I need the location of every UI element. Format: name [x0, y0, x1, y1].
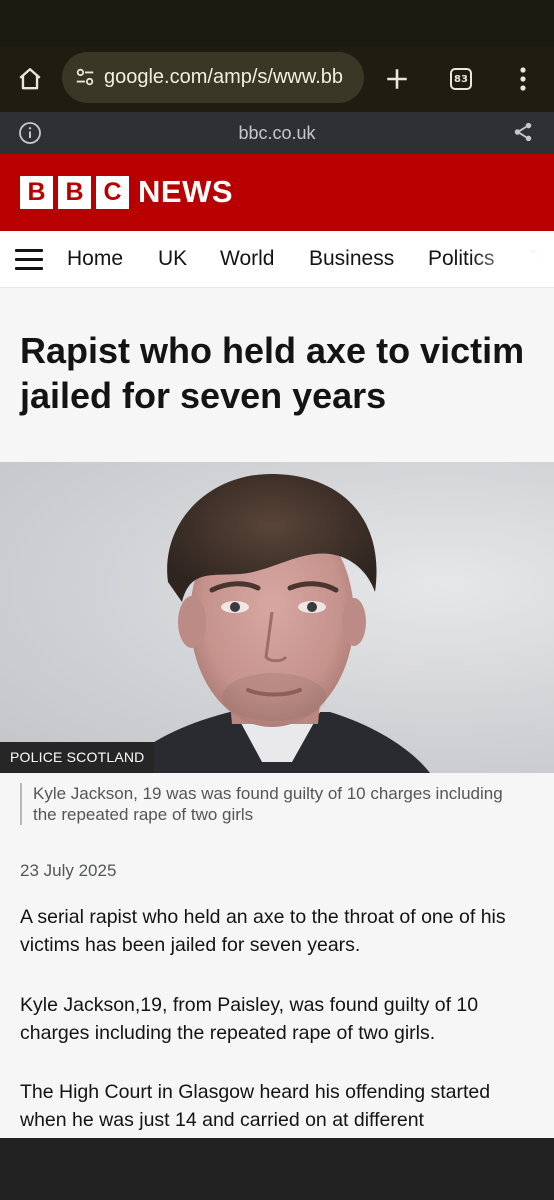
amp-share-button[interactable] — [512, 121, 534, 148]
portrait-illustration — [120, 473, 430, 773]
share-icon — [514, 122, 532, 142]
image-caption: Kyle Jackson, 19 was was found guilty of… — [20, 783, 520, 825]
bbc-logo[interactable]: B B C — [20, 176, 129, 209]
bottom-overlay-bar — [0, 1138, 554, 1200]
nav-item-uk[interactable]: UK — [158, 247, 187, 271]
section-nav: Home UK World Business Politics Te — [0, 231, 554, 288]
photo-credit: POLICE SCOTLAND — [0, 742, 155, 773]
home-button[interactable] — [9, 58, 51, 100]
article-paragraph: The High Court in Glasgow heard his offe… — [20, 1081, 491, 1131]
new-tab-button[interactable] — [376, 58, 418, 100]
browser-menu-button[interactable] — [502, 58, 544, 100]
tab-count: 83 — [454, 73, 468, 85]
nav-item-business[interactable]: Business — [309, 247, 394, 271]
hero-image — [0, 462, 554, 773]
hamburger-icon[interactable] — [15, 249, 43, 271]
site-info-icon — [76, 68, 94, 86]
amp-viewer-bar: bbc.co.uk — [0, 112, 554, 154]
article-date: 23 July 2025 — [20, 861, 117, 880]
home-icon — [19, 68, 41, 90]
info-icon — [19, 122, 41, 144]
bbc-logo-block: B — [20, 176, 53, 209]
tab-switcher-button[interactable]: 83 — [440, 58, 482, 100]
article-headline: Rapist who held axe to victim jailed for… — [20, 330, 525, 416]
nav-fade — [470, 231, 554, 287]
amp-info-button[interactable] — [18, 121, 42, 150]
news-wordmark[interactable]: NEWS — [138, 174, 233, 210]
address-bar[interactable]: google.com/amp/s/www.bb — [62, 52, 364, 103]
amp-domain[interactable]: bbc.co.uk — [0, 123, 554, 144]
status-bar — [0, 0, 554, 46]
nav-item-home[interactable]: Home — [67, 247, 123, 271]
nav-item-world[interactable]: World — [220, 247, 274, 271]
site-info-button[interactable] — [70, 62, 100, 92]
browser-toolbar: google.com/amp/s/www.bb 83 — [0, 46, 554, 112]
bbc-logo-block: B — [58, 176, 91, 209]
plus-icon — [387, 69, 407, 89]
tabs-icon: 83 — [450, 68, 472, 90]
article-paragraph: Kyle Jackson,19, from Paisley, was found… — [20, 994, 479, 1044]
bbc-logo-block: C — [96, 176, 129, 209]
more-vert-icon — [520, 67, 526, 91]
article-paragraph: A serial rapist who held an axe to the t… — [20, 906, 506, 956]
url-text[interactable]: google.com/amp/s/www.bb — [104, 66, 343, 89]
bbc-news-header: B B C NEWS — [0, 154, 554, 231]
